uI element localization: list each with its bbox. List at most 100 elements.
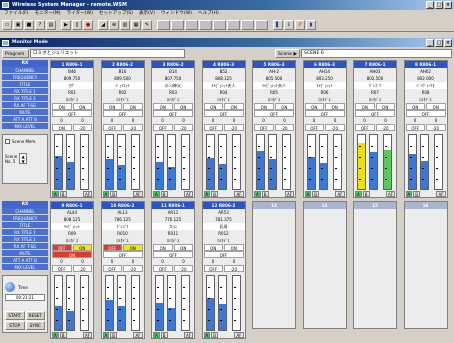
tsg-toggle[interactable]: ON [173, 244, 193, 251]
graph-icon[interactable]: ⁄⁄ [295, 19, 305, 30]
att-a-value[interactable]: 0 [354, 117, 375, 124]
rx-af-toggle[interactable]: ON [254, 103, 274, 110]
level-value[interactable]: -20 [224, 265, 244, 272]
mute-toggle[interactable]: OFF [52, 110, 92, 117]
menu-monitor[interactable]: モニター(M) [35, 10, 61, 18]
att-a-value[interactable]: 0 [152, 258, 173, 265]
rx-af-toggle[interactable]: ON [153, 244, 173, 251]
mute-toggle[interactable]: OFF [102, 251, 143, 258]
channel-header[interactable]: 14 [303, 202, 346, 209]
monitor-close-button[interactable]: × [444, 39, 452, 47]
mute-toggle[interactable]: OFF [203, 251, 244, 258]
channel-header[interactable]: 8 R806-1 [404, 61, 447, 68]
rx-af-toggle[interactable]: ON [355, 103, 375, 110]
att-a-value[interactable]: 0 [253, 117, 274, 124]
menu-help[interactable]: ヘルプ(H) [198, 10, 219, 18]
channel-header[interactable]: 16 [404, 202, 447, 209]
att-a-value[interactable]: 0 [102, 117, 123, 124]
channel-header[interactable]: 1 R806-1 [51, 61, 93, 68]
play-icon[interactable]: ▶ [61, 19, 71, 30]
mute-toggle[interactable]: OFF [355, 110, 395, 117]
att-b-value[interactable]: 0 [72, 258, 93, 265]
att-b-value[interactable]: 0 [173, 258, 194, 265]
monitor-maximize-button[interactable]: □ [435, 39, 443, 47]
preset-button-3[interactable] [185, 19, 198, 30]
channel-header[interactable]: 4 R806-3 [202, 61, 245, 68]
sync-button[interactable]: SYNC [25, 321, 45, 330]
mix-toggle[interactable]: OFF [405, 124, 425, 131]
level-value[interactable]: -20 [72, 124, 92, 131]
open-folder-icon[interactable]: ▣ [13, 19, 23, 30]
reset-button[interactable]: RESET [25, 311, 45, 320]
channel-header[interactable]: 6 R806-3 [303, 61, 346, 68]
att-a-value[interactable]: 0 [405, 117, 426, 124]
empty-channel-strip[interactable]: 15 [353, 201, 397, 329]
app-title-bar[interactable]: Wireless System Manager - remote.WSM _ □… [0, 0, 454, 10]
rx-af-toggle[interactable]: ON [52, 103, 72, 110]
level-value[interactable]: -20 [123, 124, 143, 131]
scene-spinner[interactable]: ▲ ▼ [19, 153, 28, 164]
tsg-toggle[interactable]: ON [426, 103, 446, 110]
mix-toggle[interactable]: OFF [102, 265, 122, 272]
mix-toggle[interactable]: OFF [203, 265, 223, 272]
att-b-value[interactable]: 0 [426, 117, 447, 124]
scene-label[interactable]: Scene ▶ [275, 49, 300, 58]
preset-button-4[interactable] [199, 19, 212, 30]
mute-toggle[interactable]: OFF [153, 110, 193, 117]
mute-toggle[interactable]: OFF [203, 110, 244, 117]
channel-strip[interactable]: 10 R806-2 AL13 786.125 ｸﾞﾚｺﾞﾘ R010 ﾛﾐｵﾃﾞ… [100, 201, 145, 339]
tsg-toggle[interactable]: ON [173, 103, 193, 110]
menu-setup[interactable]: セットアップ(S) [99, 10, 133, 18]
menu-file[interactable]: ファイル(F) [4, 10, 29, 18]
close-button[interactable]: × [444, 1, 452, 9]
maximize-button[interactable]: □ [435, 1, 443, 9]
att-b-value[interactable]: 0 [224, 117, 245, 124]
preset-button-1[interactable] [157, 19, 170, 30]
att-b-value[interactable]: 0 [325, 117, 346, 124]
channel-header[interactable]: 2 R806-2 [101, 61, 144, 68]
mute-toggle[interactable]: OFF [254, 110, 294, 117]
tool-icon[interactable]: ✎ [142, 19, 152, 30]
att-b-value[interactable]: 0 [72, 117, 93, 124]
channel-header[interactable]: 5 R806-3 [253, 61, 295, 68]
att-b-value[interactable]: 0 [173, 117, 194, 124]
channel-strip[interactable]: 2 R806-2 B16 809.500 ｼﾞｭﾘｴｯﾄ R02 ﾛﾐｵﾃﾞｽ … [100, 60, 145, 198]
rx-af-toggle[interactable]: OFF [102, 244, 122, 251]
tsg-toggle[interactable]: ON [123, 244, 143, 251]
att-b-value[interactable]: 0 [274, 117, 295, 124]
rx-af-toggle[interactable]: OFF [52, 244, 72, 251]
scene-mem-checkbox[interactable] [5, 138, 10, 144]
tsg-toggle[interactable]: ON [375, 103, 395, 110]
scan-icon[interactable]: ◢ [98, 19, 108, 30]
layout-icon[interactable]: ▌ [273, 19, 283, 30]
empty-channel-strip[interactable]: 13 [252, 201, 296, 329]
channel-header[interactable]: 11 R806-1 [152, 202, 194, 209]
level-value[interactable]: -20 [123, 265, 143, 272]
att-b-value[interactable]: 0 [123, 117, 144, 124]
att-a-value[interactable]: 0 [304, 117, 325, 124]
menu-window[interactable]: ウィンドウ(W) [161, 10, 192, 18]
mute-toggle[interactable]: OFF [304, 110, 345, 117]
channel-header[interactable]: 3 R806-2 [152, 61, 194, 68]
rx-af-toggle[interactable]: ON [153, 103, 173, 110]
scene-field[interactable]: SCENE 6 [301, 49, 452, 58]
level-value[interactable]: -20 [224, 124, 244, 131]
preset-button-7[interactable] [241, 19, 254, 30]
channel-strip[interactable]: 8 R806-1 AH02 802.000 ﾍﾞﾝｳﾞｫｰﾘｵ R08 ﾛﾐｵﾃ… [403, 60, 448, 198]
channel-strip[interactable]: 5 R806-3 AH-2 805.500 ｷｬﾋﾟｭﾚｯﾄ夫人 R05 ﾛﾐｵ… [252, 60, 296, 198]
mix-toggle[interactable]: OFF [203, 124, 223, 131]
new-file-icon[interactable]: ▭ [2, 19, 12, 30]
channel-strip[interactable]: 12 R806-2 AR53 781.375 乳母 R012 ﾛﾐｵﾃﾞｽ ON… [201, 201, 246, 339]
tsg-toggle[interactable]: ON [274, 103, 294, 110]
att-a-value[interactable]: 0 [51, 117, 72, 124]
monitor-minimize-button[interactable]: _ [426, 39, 434, 47]
level-value[interactable]: -20 [375, 124, 395, 131]
empty-channel-strip[interactable]: 14 [302, 201, 347, 329]
bars-icon[interactable]: ▮ [306, 19, 316, 30]
channel-strip[interactable]: 1 R806-1 B46 809.750 ｶｻﾞ R01 ﾛﾐｵﾃﾞｽ ON O… [50, 60, 94, 198]
info-icon[interactable]: ℹ [284, 19, 294, 30]
zoom-icon[interactable]: ⊕ [109, 19, 119, 30]
mix-toggle[interactable]: OFF [52, 265, 72, 272]
channel-header[interactable]: 15 [354, 202, 396, 209]
pause-icon[interactable]: ∥ [72, 19, 82, 30]
